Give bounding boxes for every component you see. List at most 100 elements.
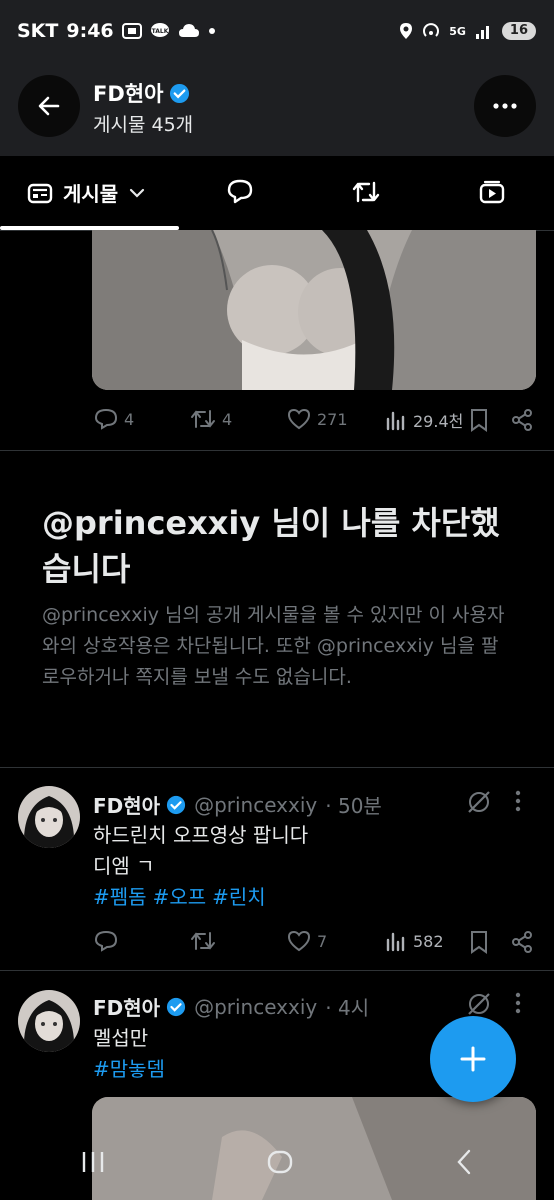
bookmark-icon <box>471 409 487 432</box>
tweet-repost[interactable] <box>190 930 216 952</box>
blocked-title: @princexxiy 님이 나를 차단했습니다 <box>42 504 500 588</box>
author-handle[interactable]: @princexxiy <box>194 793 317 817</box>
tweet-views[interactable]: 582 <box>385 930 444 952</box>
bookmark-button[interactable] <box>468 930 490 958</box>
vertical-dots-icon <box>515 992 521 1014</box>
hotspot-icon <box>423 23 440 37</box>
repost-icon <box>191 410 215 428</box>
plus-icon <box>460 1046 486 1072</box>
more-options-button[interactable] <box>474 75 536 137</box>
reply-icon <box>94 408 118 430</box>
tab-reposts[interactable] <box>351 179 381 209</box>
bookmark-button[interactable] <box>468 408 490 436</box>
author-name[interactable]: FD현아 <box>93 790 186 819</box>
video-tab-icon <box>479 180 505 204</box>
screenshot-icon <box>121 23 142 39</box>
author-handle[interactable]: @princexxiy <box>194 995 317 1019</box>
share-icon <box>512 409 532 431</box>
hashtag-link[interactable]: #맘놓뎀 <box>93 1057 165 1081</box>
recent-apps-icon <box>83 1152 104 1172</box>
talk-icon: TALK <box>150 23 169 37</box>
chevron-down-icon <box>130 188 145 198</box>
tweet-more-button[interactable] <box>515 992 521 1018</box>
tweet-like[interactable]: 7 <box>287 930 327 952</box>
posts-tab-icon <box>27 183 53 203</box>
reply-tab-icon <box>227 179 253 204</box>
tweet-more-button[interactable] <box>515 790 521 816</box>
share-button[interactable] <box>510 408 534 436</box>
tab-posts-label: 게시물 <box>63 182 119 206</box>
view-count: 582 <box>413 931 444 951</box>
photo-placeholder <box>92 230 536 390</box>
hashtag-link[interactable]: #펨돔 <box>93 885 147 909</box>
avatar-image <box>18 786 80 848</box>
tab-media[interactable] <box>478 179 506 209</box>
divider <box>0 767 554 768</box>
location-icon <box>400 23 413 39</box>
verified-badge-icon <box>170 83 190 103</box>
grok-icon <box>468 791 490 813</box>
blocked-description: @princexxiy 님의 공개 게시물을 볼 수 있지만 이 사용자와의 상… <box>42 604 505 688</box>
system-back-button[interactable] <box>454 1149 474 1179</box>
views-chart-icon <box>386 932 405 952</box>
hashtag-link[interactable]: #린치 <box>212 885 266 909</box>
home-button[interactable] <box>267 1149 293 1179</box>
avatar[interactable] <box>18 786 80 848</box>
recent-apps-button[interactable] <box>80 1150 106 1178</box>
vertical-dots-icon <box>515 790 521 812</box>
profile-header <box>0 64 554 156</box>
home-icon <box>267 1150 293 1174</box>
tab-posts[interactable]: 게시물 <box>27 178 146 207</box>
status-right: 5G 16 <box>399 22 536 40</box>
tweet-top-reply[interactable]: 4 <box>94 408 134 430</box>
status-left: SKT 9:46 TALK <box>17 20 216 42</box>
avatar-image <box>18 990 80 1052</box>
network-label: 5G <box>449 24 466 38</box>
grok-icon <box>468 993 490 1015</box>
hashtag-row: #펨돔 #오프 #린치 <box>93 882 533 913</box>
carrier-label: SKT <box>17 20 59 42</box>
reply-icon <box>94 930 118 952</box>
tweet-header: FD현아 @princexxiy · 50분 <box>93 790 382 819</box>
more-dots-icon <box>493 103 517 109</box>
heart-icon <box>287 408 311 430</box>
hashtag-link[interactable]: #오프 <box>153 885 207 909</box>
tweet-top-like[interactable]: 271 <box>287 408 348 430</box>
cloud-icon <box>178 24 199 37</box>
back-button[interactable] <box>18 75 80 137</box>
tweet-reply[interactable] <box>94 930 118 952</box>
grok-button[interactable] <box>466 790 492 818</box>
tweet-top-repost[interactable]: 4 <box>190 408 232 430</box>
heart-icon <box>287 930 311 952</box>
bookmark-icon <box>471 931 487 954</box>
repost-count: 4 <box>222 409 233 429</box>
divider <box>0 450 554 451</box>
share-button[interactable] <box>510 930 534 958</box>
share-icon <box>512 931 532 953</box>
chevron-left-icon <box>457 1149 470 1175</box>
tweet-top-views[interactable]: 29.4천 <box>385 408 463 432</box>
signal-icon <box>475 26 489 39</box>
view-count: 29.4천 <box>413 412 464 431</box>
tweet-media-image[interactable] <box>92 230 536 390</box>
clock: 9:46 <box>66 20 114 42</box>
tweet-line: 하드린치 오프영상 팝니다 <box>93 823 309 847</box>
tweet-line: 디엠 ㄱ <box>93 854 155 878</box>
header-title: FD현아 <box>93 78 190 108</box>
hashtag-row: #맘놓뎀 <box>93 1054 413 1085</box>
tweet-time: · 50분 <box>325 794 382 818</box>
header-name: FD현아 <box>93 82 164 106</box>
reply-count: 4 <box>124 409 135 429</box>
tweet-header: FD현아 @princexxiy · 4시 <box>93 992 369 1021</box>
verified-badge-icon <box>166 795 186 814</box>
author-name[interactable]: FD현아 <box>93 992 186 1021</box>
compose-button[interactable] <box>430 1016 516 1102</box>
avatar[interactable] <box>18 990 80 1052</box>
post-count: 게시물 45개 <box>93 114 194 136</box>
tab-replies[interactable] <box>226 178 254 208</box>
repost-tab-icon <box>352 181 380 203</box>
system-nav-bar <box>0 1128 554 1200</box>
like-count: 271 <box>317 409 348 429</box>
verified-badge-icon <box>166 997 186 1016</box>
tweet-line: 멜섭만 <box>93 1026 149 1050</box>
